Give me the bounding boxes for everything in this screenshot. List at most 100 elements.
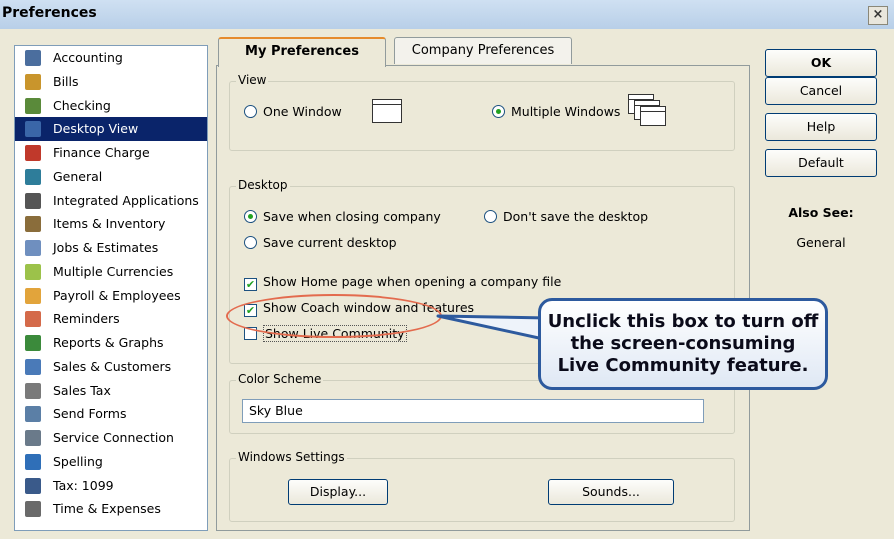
sidebar-item-integrated-applications[interactable]: Integrated Applications (15, 189, 207, 213)
save-current-desktop-radio[interactable]: Save current desktop (244, 235, 397, 250)
sidebar-item-label: Tax: 1099 (53, 477, 114, 493)
reports-graphs-icon (25, 335, 41, 351)
show-home-page-checkbox-box: ✔ (244, 278, 257, 291)
dont-save-desktop-label: Don't save the desktop (503, 209, 649, 224)
show-home-page-label: Show Home page when opening a company fi… (263, 274, 562, 289)
sidebar-item-label: Send Forms (53, 406, 127, 422)
sidebar-item-send-forms[interactable]: Send Forms (15, 402, 207, 426)
save-current-desktop-label: Save current desktop (263, 235, 397, 250)
spelling-icon (25, 453, 41, 470)
also-see-general-link[interactable]: General (765, 235, 877, 250)
sidebar-item-reports-graphs[interactable]: Reports & Graphs (15, 331, 207, 355)
items-inventory-icon (25, 216, 41, 233)
preferences-window: Accounting Bills Checking Desktop View Finan… (0, 29, 894, 539)
tab-my-preferences[interactable]: My Preferences (218, 37, 386, 67)
callout-line-1: Unclick this box to turn off (547, 311, 819, 332)
payroll-employees-icon (25, 287, 41, 304)
save-when-closing-radio[interactable]: Save when closing company (244, 209, 441, 224)
sidebar-item-reminders[interactable]: Reminders (15, 307, 207, 331)
sidebar-item-sales-customers[interactable]: Sales & Customers (15, 355, 207, 379)
windows-settings-group: Windows Settings Display... Sounds... (229, 450, 735, 522)
ok-button[interactable]: OK (765, 49, 877, 77)
sidebar-item-items-inventory[interactable]: Items & Inventory (15, 212, 207, 236)
sidebar-item-label: Reminders (53, 311, 120, 327)
display-button[interactable]: Display... (288, 479, 388, 505)
save-when-closing-radio-dot (244, 210, 257, 223)
help-button[interactable]: Help (765, 113, 877, 141)
sidebar-item-jobs-estimates[interactable]: Jobs & Estimates (15, 236, 207, 260)
accounting-icon (25, 50, 41, 66)
tab-company-preferences[interactable]: Company Preferences (394, 37, 572, 64)
sidebar-item-label: Time & Expenses (53, 501, 161, 517)
dont-save-desktop-radio-dot (484, 210, 497, 223)
single-window-icon (372, 99, 402, 123)
callout-line-3: Live Community feature. (557, 355, 809, 376)
sounds-button[interactable]: Sounds... (548, 479, 674, 505)
sidebar-item-bills[interactable]: Bills (15, 70, 207, 94)
dont-save-desktop-radio[interactable]: Don't save the desktop (484, 209, 648, 224)
sidebar-item-label: Sales & Customers (53, 358, 172, 374)
sales-tax-icon (25, 382, 41, 399)
color-scheme-select[interactable]: Sky Blue (242, 399, 704, 423)
time-expenses-icon (25, 501, 41, 518)
sidebar-item-label: General (53, 168, 103, 184)
multiple-currencies-icon (25, 263, 41, 280)
view-group: View One Window Multiple Windows (229, 73, 735, 151)
sidebar-item-payroll-employees[interactable]: Payroll & Employees (15, 284, 207, 308)
send-forms-icon (25, 406, 41, 423)
sidebar-item-label: Finance Charge (53, 145, 150, 160)
multiple-windows-label: Multiple Windows (511, 104, 621, 119)
view-group-label: View (236, 73, 269, 87)
save-when-closing-label: Save when closing company (263, 209, 441, 224)
tab-company-preferences-label: Company Preferences (411, 43, 555, 58)
desktop-group-label: Desktop (236, 178, 290, 192)
reminders-icon (25, 311, 41, 328)
sidebar-item-label: Bills (53, 73, 79, 89)
sidebar-item-service-connection[interactable]: Service Connection (15, 426, 207, 450)
bills-icon (25, 73, 41, 90)
multiple-windows-icon (628, 94, 668, 126)
one-window-radio-dot (244, 105, 257, 118)
default-button[interactable]: Default (765, 149, 877, 177)
sidebar-item-multiple-currencies[interactable]: Multiple Currencies (15, 260, 207, 284)
sidebar-item-label: Accounting (53, 50, 123, 65)
sidebar-item-desktop-view[interactable]: Desktop View (15, 117, 207, 141)
finance-charge-icon (25, 145, 41, 161)
sidebar-item-general[interactable]: General (15, 165, 207, 189)
sidebar-item-label: Desktop View (53, 121, 139, 137)
sidebar-item-label: Spelling (53, 453, 103, 469)
sidebar-item-checking[interactable]: Checking (15, 94, 207, 118)
preferences-category-list: Accounting Bills Checking Desktop View Finan… (14, 45, 208, 531)
window-title: Preferences (2, 5, 97, 21)
multiple-windows-radio-dot (492, 105, 505, 118)
sidebar-item-time-expenses[interactable]: Time & Expenses (15, 497, 207, 521)
live-community-highlight-oval (226, 294, 442, 338)
close-button[interactable]: × (868, 6, 888, 25)
one-window-radio[interactable]: One Window (244, 104, 342, 119)
callout-line-2: the screen-consuming (570, 333, 796, 354)
sidebar-item-label: Checking (53, 97, 111, 113)
checking-icon (25, 97, 41, 114)
sidebar-item-label: Reports & Graphs (53, 335, 164, 350)
sidebar-item-tax-1099[interactable]: Tax: 1099 (15, 474, 207, 498)
sidebar-item-finance-charge[interactable]: Finance Charge (15, 141, 207, 165)
sidebar-item-sales-tax[interactable]: Sales Tax (15, 379, 207, 403)
multiple-windows-radio[interactable]: Multiple Windows (492, 104, 620, 119)
show-home-page-checkbox[interactable]: ✔ Show Home page when opening a company f… (244, 274, 561, 291)
sidebar-item-label: Payroll & Employees (53, 287, 181, 303)
sidebar-item-label: Multiple Currencies (53, 263, 174, 279)
jobs-estimates-icon (25, 240, 41, 256)
sidebar-item-accounting[interactable]: Accounting (15, 46, 207, 70)
cancel-button[interactable]: Cancel (765, 77, 877, 105)
also-see-label: Also See: (788, 205, 854, 220)
service-connection-icon (25, 430, 41, 446)
integrated-applications-icon (25, 192, 41, 209)
windows-settings-label: Windows Settings (236, 450, 347, 464)
desktop-view-icon (25, 121, 41, 138)
tab-my-preferences-label: My Preferences (245, 44, 359, 59)
save-current-desktop-radio-dot (244, 236, 257, 249)
general-icon (25, 168, 41, 185)
title-bar: Preferences × (0, 0, 894, 30)
one-window-label: One Window (263, 104, 342, 119)
sidebar-item-spelling[interactable]: Spelling (15, 450, 207, 474)
